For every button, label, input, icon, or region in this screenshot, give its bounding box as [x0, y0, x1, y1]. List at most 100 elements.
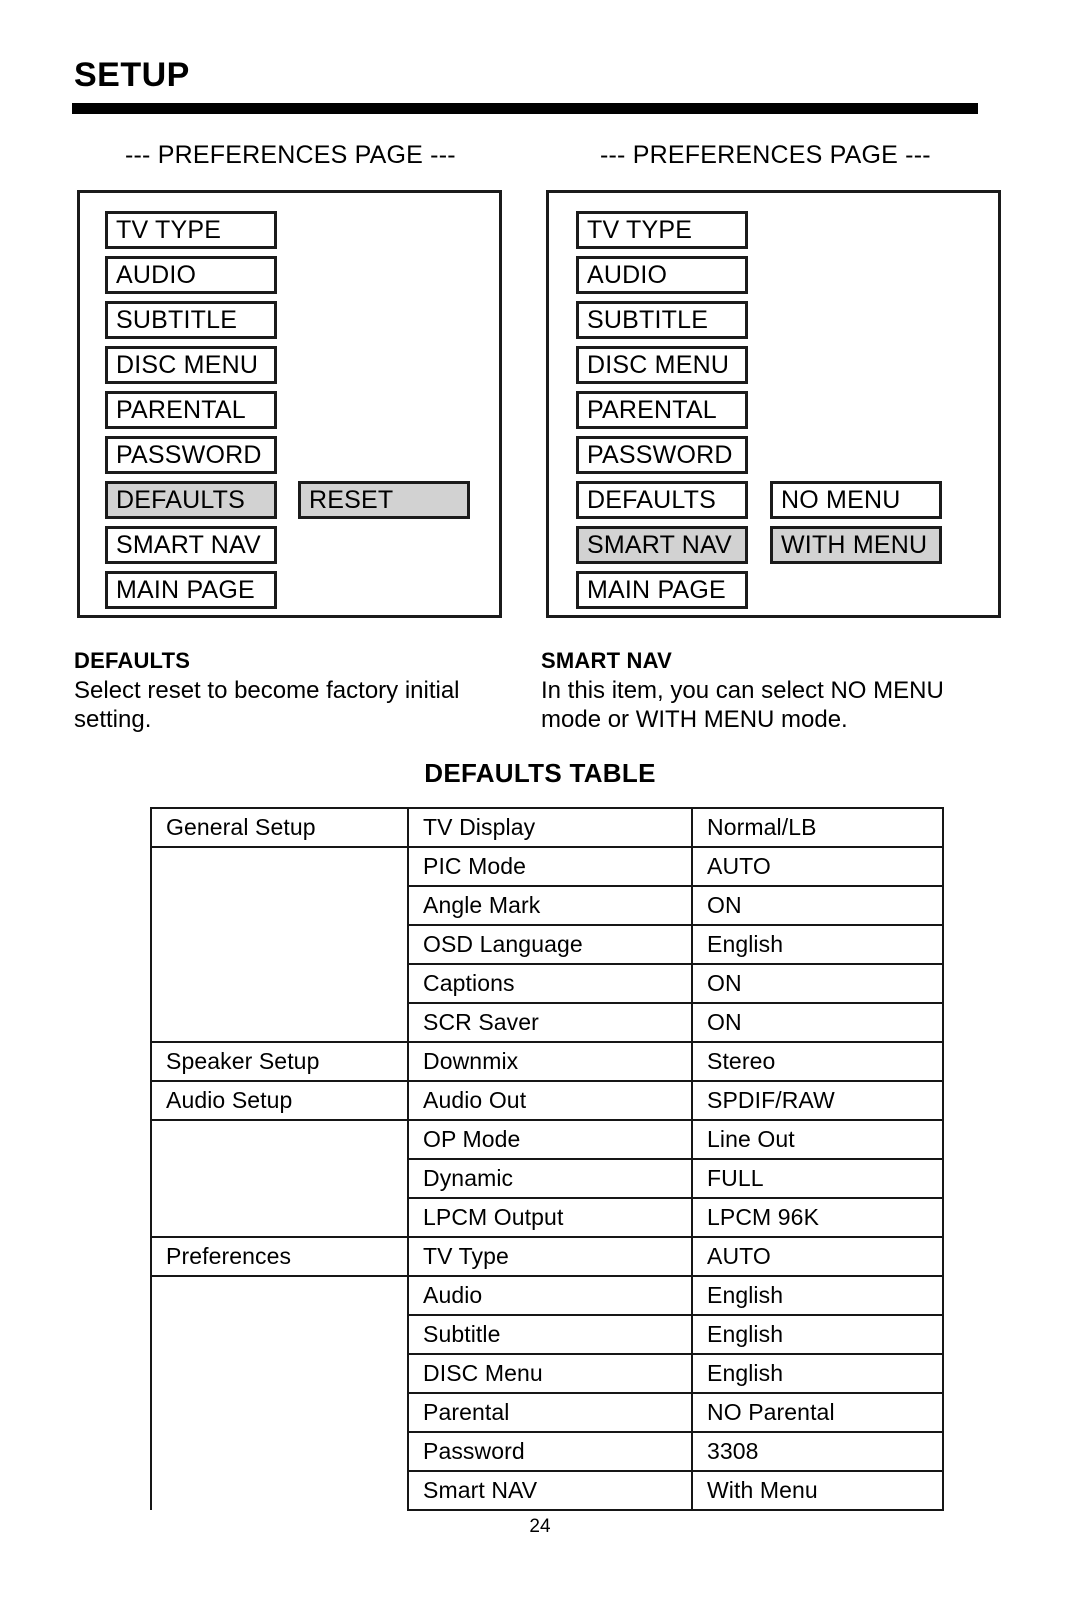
table-cell-group [150, 1003, 409, 1042]
description-defaults: DEFAULTS Select reset to become factory … [74, 648, 494, 735]
osd-menu-item-defaults[interactable]: DEFAULTS [576, 481, 748, 519]
osd-menu-item-label: SMART NAV [116, 530, 261, 559]
osd-menu-item-parental[interactable]: PARENTAL [576, 391, 748, 429]
table-row: Audio Setup Audio Out SPDIF/RAW [150, 1080, 944, 1121]
osd-menu-item-label: TV TYPE [116, 215, 222, 244]
table-cell-item: DISC Menu [407, 1353, 693, 1394]
table-cell-item: PIC Mode [407, 846, 693, 887]
table-cell-value: English [691, 1353, 944, 1394]
table-cell-value: NO Parental [691, 1392, 944, 1433]
table-cell-value: Stereo [691, 1041, 944, 1082]
table-cell-group: General Setup [150, 807, 409, 848]
table-row: Audio English [150, 1275, 944, 1316]
table-cell-group [150, 847, 409, 886]
osd-option-with-menu[interactable]: WITH MENU [770, 526, 942, 564]
table-row: Smart NAV With Menu [150, 1470, 944, 1511]
osd-menu-item-label: DEFAULTS [587, 485, 716, 514]
description-smartnav: SMART NAV In this item, you can select N… [541, 648, 971, 735]
table-cell-item: Smart NAV [407, 1470, 693, 1511]
table-cell-item: Subtitle [407, 1314, 693, 1355]
osd-menu-item-label: SMART NAV [587, 530, 732, 559]
osd-menu-item-label: AUDIO [587, 260, 668, 289]
osd-option-reset[interactable]: RESET [298, 481, 470, 519]
table-cell-group [150, 886, 409, 925]
osd-menu-item-parental[interactable]: PARENTAL [105, 391, 277, 429]
osd-menu-item-label: PARENTAL [116, 395, 246, 424]
table-cell-item: Parental [407, 1392, 693, 1433]
osd-menu-item-smart-nav[interactable]: SMART NAV [576, 526, 748, 564]
table-row: Speaker Setup Downmix Stereo [150, 1041, 944, 1082]
description-defaults-body: Select reset to become factory initial s… [74, 677, 460, 734]
table-cell-item: OP Mode [407, 1119, 693, 1160]
osd-menu-item-audio[interactable]: AUDIO [576, 256, 748, 294]
osd-caption-right: --- PREFERENCES PAGE --- [600, 141, 931, 169]
osd-option-no-menu[interactable]: NO MENU [770, 481, 942, 519]
table-cell-item: TV Type [407, 1236, 693, 1277]
table-cell-group [150, 1159, 409, 1198]
osd-menu-item-defaults[interactable]: DEFAULTS [105, 481, 277, 519]
osd-menu-item-tv-type[interactable]: TV TYPE [576, 211, 748, 249]
table-row: LPCM Output LPCM 96K [150, 1197, 944, 1238]
osd-option-label: RESET [309, 485, 394, 514]
osd-menu-item-label: MAIN PAGE [116, 575, 255, 604]
osd-menu-item-audio[interactable]: AUDIO [105, 256, 277, 294]
osd-menu-item-label: MAIN PAGE [587, 575, 726, 604]
osd-menu-item-smart-nav[interactable]: SMART NAV [105, 526, 277, 564]
osd-menu-item-subtitle[interactable]: SUBTITLE [105, 301, 277, 339]
osd-menu-item-password[interactable]: PASSWORD [576, 436, 748, 474]
table-row: OSD Language English [150, 924, 944, 965]
osd-menu-item-tv-type[interactable]: TV TYPE [105, 211, 277, 249]
table-cell-item: Captions [407, 963, 693, 1004]
table-cell-value: SPDIF/RAW [691, 1080, 944, 1121]
table-row: Preferences TV Type AUTO [150, 1236, 944, 1277]
table-cell-group [150, 1471, 409, 1510]
table-cell-value: Normal/LB [691, 807, 944, 848]
table-row: Subtitle English [150, 1314, 944, 1355]
table-cell-value: English [691, 1275, 944, 1316]
table-row: Password 3308 [150, 1431, 944, 1472]
table-cell-item: TV Display [407, 807, 693, 848]
table-row: OP Mode Line Out [150, 1119, 944, 1160]
osd-menu-item-label: PASSWORD [587, 440, 733, 469]
table-cell-value: With Menu [691, 1470, 944, 1511]
table-cell-group: Speaker Setup [150, 1041, 409, 1082]
table-cell-value: Line Out [691, 1119, 944, 1160]
osd-menu-item-label: AUDIO [116, 260, 197, 289]
table-cell-group [150, 925, 409, 964]
table-row: DISC Menu English [150, 1353, 944, 1394]
osd-menu-item-label: TV TYPE [587, 215, 693, 244]
page-title: SETUP [74, 56, 190, 94]
table-cell-value: FULL [691, 1158, 944, 1199]
defaults-table-title: DEFAULTS TABLE [424, 758, 656, 788]
osd-menu-item-main-page[interactable]: MAIN PAGE [576, 571, 748, 609]
osd-menu-item-subtitle[interactable]: SUBTITLE [576, 301, 748, 339]
osd-menu-item-label: SUBTITLE [116, 305, 238, 334]
osd-menu-item-disc-menu[interactable]: DISC MENU [576, 346, 748, 384]
description-smartnav-body: In this item, you can select NO MENU mod… [541, 677, 944, 734]
table-cell-item: OSD Language [407, 924, 693, 965]
table-row: PIC Mode AUTO [150, 846, 944, 887]
table-cell-group [150, 1198, 409, 1237]
table-row: Angle Mark ON [150, 885, 944, 926]
osd-menu-item-password[interactable]: PASSWORD [105, 436, 277, 474]
table-cell-item: Downmix [407, 1041, 693, 1082]
table-cell-item: Password [407, 1431, 693, 1472]
osd-caption-left: --- PREFERENCES PAGE --- [125, 141, 456, 169]
description-defaults-heading: DEFAULTS [74, 648, 191, 673]
table-cell-group: Audio Setup [150, 1080, 409, 1121]
osd-menu-item-label: PARENTAL [587, 395, 717, 424]
osd-menu-item-disc-menu[interactable]: DISC MENU [105, 346, 277, 384]
table-cell-group [150, 964, 409, 1003]
table-row: General Setup TV Display Normal/LB [150, 807, 944, 848]
table-cell-group [150, 1432, 409, 1471]
osd-option-label: NO MENU [781, 485, 901, 514]
table-cell-item: Angle Mark [407, 885, 693, 926]
osd-menu-item-main-page[interactable]: MAIN PAGE [105, 571, 277, 609]
table-cell-item: Audio [407, 1275, 693, 1316]
table-row: Captions ON [150, 963, 944, 1004]
table-cell-value: English [691, 1314, 944, 1355]
table-cell-item: Audio Out [407, 1080, 693, 1121]
table-cell-group [150, 1315, 409, 1354]
header-rule [72, 103, 978, 114]
osd-menu-item-label: DEFAULTS [116, 485, 245, 514]
